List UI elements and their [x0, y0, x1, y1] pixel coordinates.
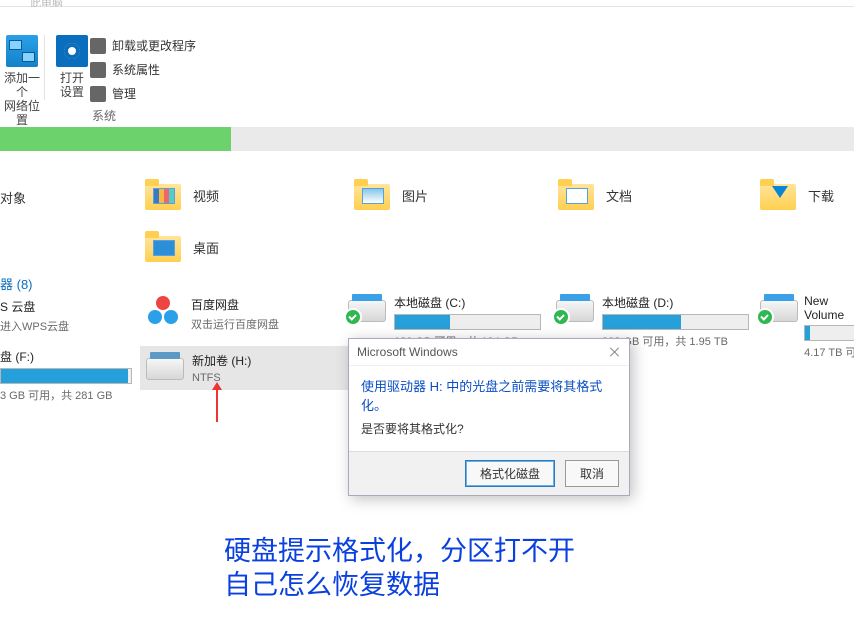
dialog-titlebar[interactable]: Microsoft Windows: [349, 339, 629, 366]
drive-name: 百度网盘: [191, 296, 279, 313]
system-properties-icon: [90, 62, 106, 78]
folder-icon: [558, 180, 594, 210]
folder-label: 对象: [0, 188, 26, 207]
folder-pictures[interactable]: 图片: [354, 180, 428, 210]
drive-wps-cloud[interactable]: S 云盘 进入WPS云盘: [0, 298, 69, 334]
drive-name: 盘 (F:): [0, 348, 132, 365]
address-progress-bar[interactable]: [0, 127, 854, 151]
drive-new-volume-h[interactable]: 新加卷 (H:) NTFS: [140, 346, 371, 390]
dialog-button-row: 格式化磁盘 取消: [349, 451, 629, 495]
open-settings-button[interactable]: 打开 设置: [50, 35, 94, 99]
hdd-icon: [146, 352, 182, 380]
capacity-bar: [0, 368, 132, 384]
capacity-bar: [394, 314, 541, 330]
hdd-icon: [348, 294, 384, 322]
ribbon: 添加一个 网络位置 打开 设置 卸载或更改程序 系统属性 管理 系统: [0, 7, 854, 127]
dialog-title: Microsoft Windows: [357, 345, 458, 359]
folder-label: 视频: [193, 186, 219, 205]
format-disk-button[interactable]: 格式化磁盘: [465, 460, 555, 487]
drive-local-f[interactable]: 盘 (F:) 3 GB 可用，共 281 GB: [0, 348, 132, 403]
drive-name: 本地磁盘 (D:): [602, 294, 749, 311]
drive-name: S 云盘: [0, 298, 69, 315]
drive-name: 本地磁盘 (C:): [394, 294, 541, 311]
check-badge-icon: [344, 308, 362, 326]
annotation-caption: 硬盘提示格式化，分区打不开 自己怎么恢复数据: [224, 534, 575, 602]
open-settings-label: 打开 设置: [50, 71, 94, 99]
baidu-icon: [145, 296, 181, 326]
folder-label: 文档: [606, 186, 632, 205]
ribbon-separator: [44, 35, 45, 100]
hdd-icon: [556, 294, 592, 322]
manage-label: 管理: [112, 85, 136, 102]
folder-videos[interactable]: 视频: [145, 180, 219, 210]
explorer-window: 此电脑 添加一个 网络位置 打开 设置 卸载或更改程序 系统属性 管理 系统: [0, 0, 854, 640]
folder-desktop[interactable]: 桌面: [145, 232, 219, 262]
uninstall-program-button[interactable]: 卸载或更改程序: [90, 37, 196, 54]
folder-icon: [354, 180, 390, 210]
cancel-button[interactable]: 取消: [565, 460, 619, 487]
folder-label: 下载: [808, 186, 834, 205]
drive-new-volume[interactable]: New Volume 4.17 TB 可用: [760, 294, 854, 360]
check-badge-icon: [552, 308, 570, 326]
drives-section-header[interactable]: 器 (8): [0, 274, 33, 293]
uninstall-label: 卸载或更改程序: [112, 37, 196, 54]
hdd-icon: [760, 294, 794, 322]
dialog-question: 是否要将其格式化?: [349, 420, 629, 451]
system-properties-button[interactable]: 系统属性: [90, 61, 160, 78]
annotation-arrow-icon: [216, 388, 218, 422]
folder-3d-objects[interactable]: 对象: [0, 188, 26, 207]
capacity-bar: [804, 325, 854, 341]
folder-icon: [760, 180, 796, 210]
gear-icon: [56, 35, 88, 67]
uninstall-icon: [90, 38, 106, 54]
format-dialog: Microsoft Windows 使用驱动器 H: 中的光盘之前需要将其格式化…: [348, 338, 630, 496]
capacity-bar: [602, 314, 749, 330]
titlebar: 此电脑: [0, 0, 854, 7]
folder-downloads[interactable]: 下载: [760, 180, 834, 210]
drive-sub: 3 GB 可用，共 281 GB: [0, 387, 132, 403]
dialog-message: 使用驱动器 H: 中的光盘之前需要将其格式化。: [349, 366, 629, 420]
close-icon[interactable]: [609, 346, 621, 358]
folder-icon: [145, 180, 181, 210]
check-badge-icon: [756, 308, 774, 326]
ribbon-group-label: 系统: [92, 107, 116, 124]
drive-baidu-netdisk[interactable]: 百度网盘 双击运行百度网盘: [145, 296, 279, 332]
manage-button[interactable]: 管理: [90, 85, 136, 102]
drive-name: 新加卷 (H:): [192, 352, 251, 369]
network-location-icon: [6, 35, 38, 67]
drive-sub: 4.17 TB 可用: [804, 344, 854, 360]
drive-sub: 双击运行百度网盘: [191, 316, 279, 332]
add-network-location-button[interactable]: 添加一个 网络位置: [0, 35, 44, 127]
drive-name: New Volume: [804, 294, 854, 322]
manage-icon: [90, 86, 106, 102]
add-network-location-label: 添加一个 网络位置: [0, 71, 44, 127]
folder-label: 桌面: [193, 238, 219, 257]
system-properties-label: 系统属性: [112, 61, 160, 78]
progress-fill: [0, 127, 231, 151]
drive-sub: 进入WPS云盘: [0, 318, 69, 334]
folder-icon: [145, 232, 181, 262]
folder-label: 图片: [402, 186, 428, 205]
folder-documents[interactable]: 文档: [558, 180, 632, 210]
